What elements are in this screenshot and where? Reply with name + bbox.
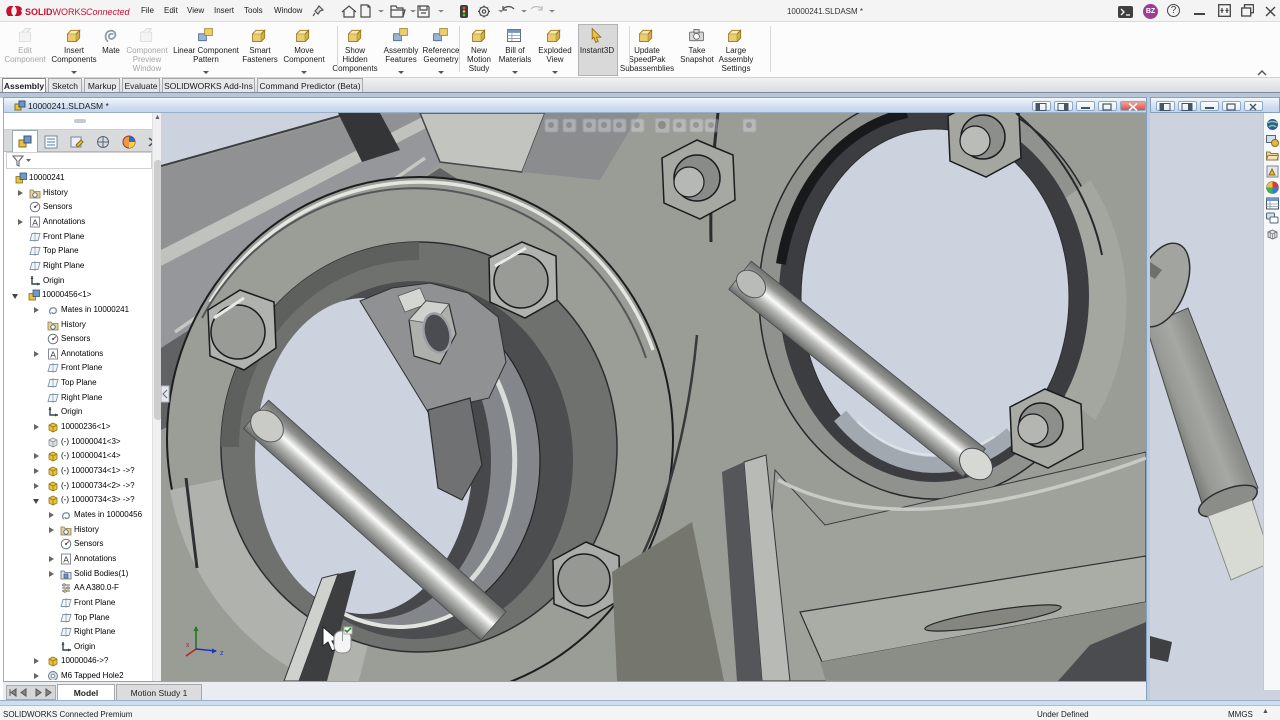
svg-text:x: x xyxy=(186,642,190,649)
svg-text:A: A xyxy=(63,554,69,564)
svg-text:z: z xyxy=(220,650,224,657)
svg-text:SOLIDWORKS: SOLIDWORKS xyxy=(25,7,87,17)
svg-text:A: A xyxy=(50,349,56,359)
svg-text:A: A xyxy=(32,217,38,227)
svg-text:Connected: Connected xyxy=(86,7,131,17)
